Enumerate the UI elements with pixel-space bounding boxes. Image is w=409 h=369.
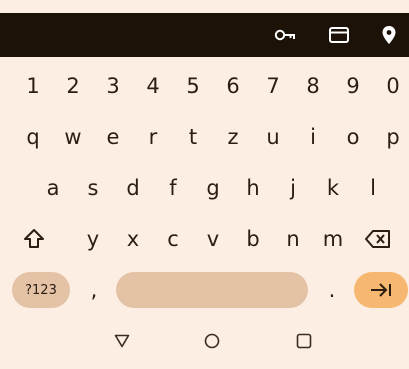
key-9[interactable]: 9 — [338, 61, 368, 111]
location-pin-icon[interactable] — [376, 13, 402, 57]
suggestion-toolbar — [0, 13, 409, 57]
enter-key[interactable] — [354, 272, 408, 308]
key-e[interactable]: e — [98, 112, 128, 162]
space-row: ?123 , . — [0, 265, 409, 315]
back-triangle-icon[interactable] — [108, 312, 136, 369]
shift-arrow-icon — [24, 229, 44, 248]
key-j[interactable]: j — [278, 163, 308, 213]
key-d[interactable]: d — [118, 163, 148, 213]
key-a[interactable]: a — [38, 163, 68, 213]
tab-arrow-icon — [371, 283, 391, 297]
key-v[interactable]: v — [198, 214, 228, 264]
keyboard: 1 2 3 4 5 6 7 8 9 0 q w e r t z u i o p … — [0, 57, 409, 312]
key-o[interactable]: o — [338, 112, 368, 162]
bottom-letter-row: y x c v b n m — [0, 214, 409, 264]
comma-key[interactable]: , — [80, 265, 108, 315]
key-x[interactable]: x — [118, 214, 148, 264]
shift-key[interactable] — [12, 214, 56, 264]
key-z[interactable]: z — [218, 112, 248, 162]
key-0[interactable]: 0 — [378, 61, 408, 111]
system-navigation-bar — [0, 312, 409, 369]
key-8[interactable]: 8 — [298, 61, 328, 111]
key-c[interactable]: c — [158, 214, 188, 264]
key-g[interactable]: g — [198, 163, 228, 213]
key-i[interactable]: i — [298, 112, 328, 162]
key-2[interactable]: 2 — [58, 61, 88, 111]
key-l[interactable]: l — [358, 163, 388, 213]
key-s[interactable]: s — [78, 163, 108, 213]
number-row: 1 2 3 4 5 6 7 8 9 0 — [0, 61, 409, 111]
key-3[interactable]: 3 — [98, 61, 128, 111]
key-4[interactable]: 4 — [138, 61, 168, 111]
key-m[interactable]: m — [318, 214, 348, 264]
key-b[interactable]: b — [238, 214, 268, 264]
key-t[interactable]: t — [178, 112, 208, 162]
key-7[interactable]: 7 — [258, 61, 288, 111]
recents-square-icon[interactable] — [290, 312, 318, 369]
key-u[interactable]: u — [258, 112, 288, 162]
backspace-icon — [365, 230, 390, 248]
key-1[interactable]: 1 — [18, 61, 48, 111]
key-n[interactable]: n — [278, 214, 308, 264]
top-letter-row: q w e r t z u i o p — [0, 112, 409, 162]
key-6[interactable]: 6 — [218, 61, 248, 111]
key-k[interactable]: k — [318, 163, 348, 213]
period-key[interactable]: . — [318, 265, 346, 315]
key-r[interactable]: r — [138, 112, 168, 162]
key-5[interactable]: 5 — [178, 61, 208, 111]
spacebar[interactable] — [116, 272, 308, 308]
symbols-key[interactable]: ?123 — [12, 272, 70, 308]
key-h[interactable]: h — [238, 163, 268, 213]
key-icon[interactable] — [270, 13, 300, 57]
home-circle-icon[interactable] — [198, 312, 226, 369]
backspace-key[interactable] — [354, 214, 402, 264]
key-q[interactable]: q — [18, 112, 48, 162]
status-gap — [0, 0, 409, 13]
middle-letter-row: a s d f g h j k l — [0, 163, 409, 213]
key-w[interactable]: w — [58, 112, 88, 162]
key-f[interactable]: f — [158, 163, 188, 213]
credit-card-icon[interactable] — [325, 13, 353, 57]
key-y[interactable]: y — [78, 214, 108, 264]
key-p[interactable]: p — [378, 112, 408, 162]
